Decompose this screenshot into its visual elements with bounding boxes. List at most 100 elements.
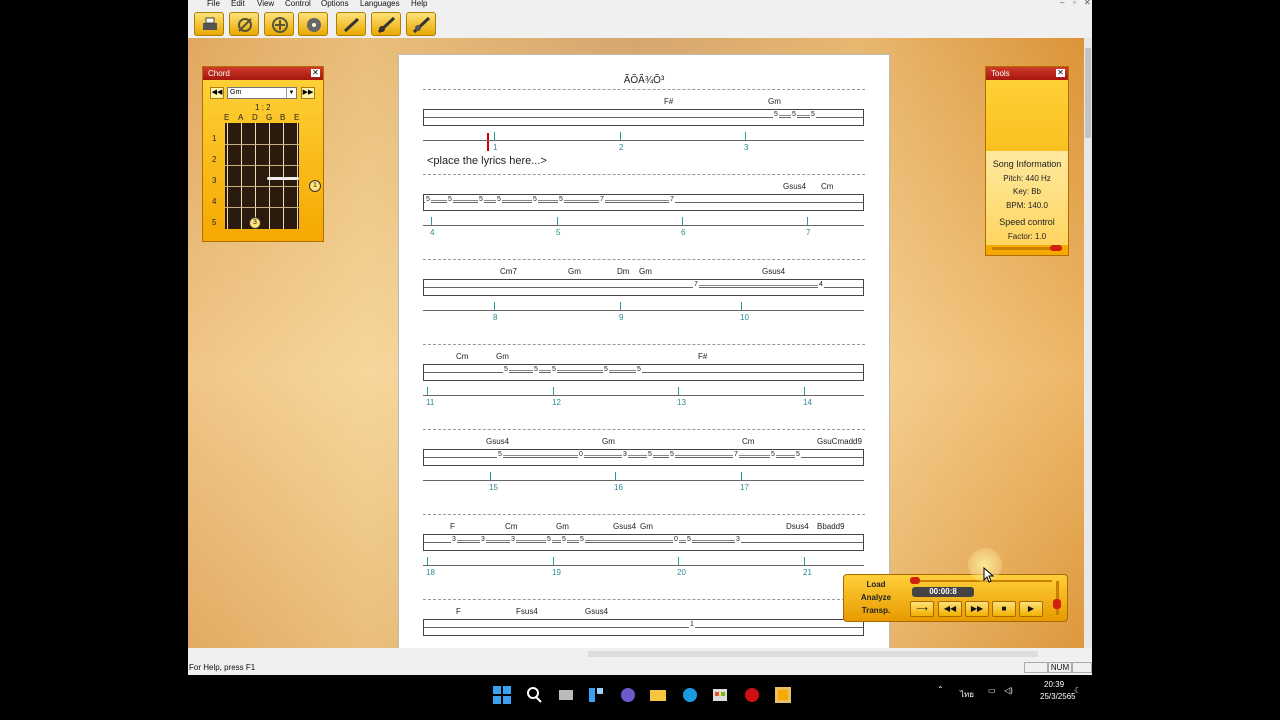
fret-number[interactable]: 5	[795, 451, 801, 459]
chord-label[interactable]: Gsus4	[585, 607, 608, 616]
edge-icon[interactable]	[680, 685, 700, 705]
fret-number[interactable]: 1	[689, 621, 695, 629]
chord-panel-close-icon[interactable]: ✕	[311, 69, 320, 77]
fret-number[interactable]: 5	[603, 366, 609, 374]
clock-date[interactable]: 25/3/2565	[1040, 692, 1076, 701]
restore-button[interactable]: ▫	[1073, 0, 1076, 7]
vertical-scrollbar[interactable]	[1084, 38, 1092, 648]
tuning-fork-button[interactable]	[229, 12, 259, 36]
play-button[interactable]: ▶	[1019, 601, 1043, 617]
fast-forward-button[interactable]: ▶▶	[965, 601, 989, 617]
fret-number[interactable]: 5	[425, 196, 431, 204]
add-button[interactable]	[264, 12, 294, 36]
rewind-button[interactable]: ◀◀	[938, 601, 962, 617]
tab-staff[interactable]	[423, 109, 864, 126]
chord-label[interactable]: Gm	[768, 97, 781, 106]
tray-chevron-icon[interactable]: ⌃	[937, 685, 944, 694]
task-view-icon[interactable]	[556, 685, 576, 705]
chord-label[interactable]: Cm	[456, 352, 468, 361]
fret-number[interactable]: 5	[496, 196, 502, 204]
chord-label[interactable]: F#	[698, 352, 707, 361]
minimize-button[interactable]: –	[1060, 0, 1064, 7]
chord-label[interactable]: F	[450, 522, 455, 531]
chord-label[interactable]: Gm	[568, 267, 581, 276]
fret-number[interactable]: 3	[480, 536, 486, 544]
analyze-button[interactable]: Analyze	[847, 591, 905, 604]
print-button[interactable]	[194, 12, 224, 36]
fret-number[interactable]: 3	[510, 536, 516, 544]
seek-knob[interactable]	[910, 577, 920, 584]
tab-sheet[interactable]: ÃÕÃ¾Õ³ <place the lyrics here...> F# Gm 5 5…	[398, 54, 890, 648]
fret-number[interactable]: 5	[532, 196, 538, 204]
pencil-button[interactable]	[336, 12, 366, 36]
load-button[interactable]: Load	[847, 578, 905, 591]
notification-icon[interactable]: ☾	[1074, 686, 1081, 695]
fret-number[interactable]: 5	[647, 451, 653, 459]
chord-label[interactable]: Gm	[640, 522, 653, 531]
menu-options[interactable]: Options	[321, 0, 349, 8]
store-icon[interactable]	[710, 685, 730, 705]
fret-number[interactable]: 5	[497, 451, 503, 459]
chord-label[interactable]: Gsus4	[613, 522, 636, 531]
scrollbar-thumb[interactable]	[1085, 48, 1091, 138]
chord-label[interactable]: Cm	[821, 182, 833, 191]
menu-languages[interactable]: Languages	[360, 0, 400, 8]
volume-knob[interactable]	[1053, 599, 1061, 609]
input-language[interactable]: ไทย	[960, 688, 974, 701]
tab-staff[interactable]	[423, 194, 864, 211]
clock-time[interactable]: 20:39	[1044, 680, 1064, 689]
fret-number[interactable]: 7	[733, 451, 739, 459]
fret-number[interactable]: 5	[478, 196, 484, 204]
tab-staff[interactable]	[423, 279, 864, 296]
chord-label[interactable]: Cm	[742, 437, 754, 446]
fret-number[interactable]: 5	[546, 536, 552, 544]
widgets-icon[interactable]	[586, 685, 606, 705]
menu-help[interactable]: Help	[411, 0, 427, 8]
fret-number[interactable]: 5	[791, 111, 797, 119]
fret-number[interactable]: 5	[447, 196, 453, 204]
menu-control[interactable]: Control	[285, 0, 311, 8]
chat-icon[interactable]	[618, 685, 638, 705]
fret-number[interactable]: 4	[818, 281, 824, 289]
fret-number[interactable]: 5	[503, 366, 509, 374]
chord-label[interactable]: Gsus4	[762, 267, 785, 276]
prev-chord-button[interactable]: ◀◀	[210, 87, 224, 99]
fret-number[interactable]: 5	[533, 366, 539, 374]
chord-label[interactable]: Gm	[639, 267, 652, 276]
fret-number[interactable]: 3	[622, 451, 628, 459]
fret-number[interactable]: 5	[669, 451, 675, 459]
loop-button[interactable]: ⟶	[910, 601, 934, 617]
tab-staff[interactable]	[423, 364, 864, 381]
fret-number[interactable]: 5	[770, 451, 776, 459]
tools-panel-close-icon[interactable]: ✕	[1056, 69, 1065, 77]
lyrics-placeholder[interactable]: <place the lyrics here...>	[427, 155, 547, 167]
fret-number[interactable]: 0	[673, 536, 679, 544]
chord-label[interactable]: Cm7	[500, 267, 517, 276]
network-icon[interactable]: ▭	[988, 686, 996, 695]
chord-label[interactable]: Cm	[505, 522, 517, 531]
next-chord-button[interactable]: ▶▶	[301, 87, 315, 99]
volume-slider[interactable]	[1053, 581, 1061, 615]
scrollbar-thumb[interactable]	[588, 651, 1038, 657]
fret-number[interactable]: 7	[693, 281, 699, 289]
chord-label[interactable]: Dsus4	[786, 522, 809, 531]
chord-fretboard[interactable]: 3	[225, 123, 299, 229]
chord-label[interactable]: Bbadd9	[817, 522, 845, 531]
stop-button[interactable]: ■	[992, 601, 1016, 617]
windows-start-icon[interactable]	[492, 685, 512, 705]
speed-slider[interactable]	[992, 245, 1062, 251]
chord-label[interactable]: Gm	[556, 522, 569, 531]
chord-select[interactable]: Gm ▼	[227, 87, 297, 99]
close-button[interactable]: ✕	[1084, 0, 1091, 7]
fret-number[interactable]: 5	[686, 536, 692, 544]
guitar-app-icon[interactable]	[773, 685, 793, 705]
tab-staff[interactable]	[423, 619, 864, 636]
guitar-edit-button[interactable]	[406, 12, 436, 36]
chord-label[interactable]: Gsus4	[783, 182, 806, 191]
speed-slider-knob[interactable]	[1050, 245, 1062, 251]
menu-file[interactable]: File	[207, 0, 220, 8]
fret-number[interactable]: 3	[451, 536, 457, 544]
chord-label[interactable]: Fsus4	[516, 607, 538, 616]
chord-label[interactable]: Gm	[496, 352, 509, 361]
chord-label[interactable]: Gsus4	[486, 437, 509, 446]
